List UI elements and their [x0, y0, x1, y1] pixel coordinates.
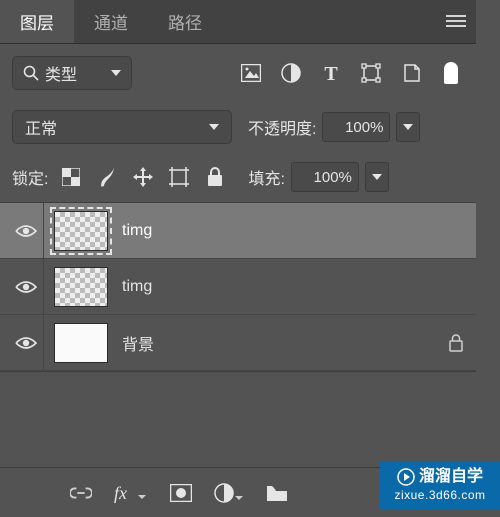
opacity-value: 100% — [345, 119, 383, 136]
fx-icon: fx — [114, 483, 148, 503]
fill-label: 填充: — [248, 165, 284, 189]
chevron-down-icon — [403, 124, 413, 130]
layer-row[interactable]: timg — [0, 259, 476, 315]
tab-label: 通道 — [94, 9, 128, 34]
watermark-url: zixue.3d66.com — [394, 488, 485, 504]
opacity-label: 不透明度: — [248, 115, 316, 139]
chevron-down-icon — [372, 174, 382, 180]
blend-row: 正常 不透明度: 100% — [0, 102, 476, 152]
tab-paths[interactable]: 路径 — [148, 0, 222, 43]
layer-row[interactable]: timg — [0, 203, 476, 259]
adjustment-icon — [281, 63, 301, 83]
watermark: 溜溜自学 zixue.3d66.com — [380, 461, 500, 509]
opacity-input[interactable]: 100% — [322, 112, 390, 142]
panel-tab-bar: 图层 通道 路径 — [0, 0, 476, 44]
layer-name: 背景 — [122, 331, 436, 355]
filter-type-select[interactable]: 类型 — [12, 56, 132, 90]
layer-thumbnail[interactable] — [54, 267, 108, 307]
svg-text:T: T — [324, 63, 338, 83]
filter-pixel-button[interactable] — [240, 62, 262, 84]
layer-row[interactable]: 背景 — [0, 315, 476, 371]
lock-image-button[interactable] — [96, 166, 118, 188]
filter-type-button[interactable]: T — [320, 62, 342, 84]
lock-all-button[interactable] — [204, 166, 226, 188]
eye-icon — [15, 335, 37, 351]
lock-icon — [449, 334, 463, 352]
adjustment-layer-icon — [214, 483, 244, 503]
link-layers-button[interactable] — [70, 482, 92, 504]
lock-label: 锁定: — [12, 165, 48, 189]
opacity-dropdown-button[interactable] — [396, 112, 420, 142]
layer-thumbnail[interactable] — [54, 211, 108, 251]
filter-shape-button[interactable] — [360, 62, 382, 84]
tab-layers[interactable]: 图层 — [0, 0, 74, 43]
hamburger-icon — [446, 15, 466, 29]
chevron-down-icon — [209, 124, 219, 130]
filter-smartobject-button[interactable] — [400, 62, 422, 84]
brush-icon — [98, 166, 116, 188]
checker-icon — [62, 168, 80, 186]
svg-text:fx: fx — [114, 483, 127, 503]
move-icon — [133, 167, 153, 187]
lock-artboard-button[interactable] — [168, 166, 190, 188]
layer-list: timg timg 背景 — [0, 202, 476, 372]
fill-dropdown-button[interactable] — [365, 162, 389, 192]
type-icon: T — [321, 63, 341, 83]
new-adjustment-button[interactable] — [214, 482, 244, 504]
filter-adjustment-button[interactable] — [280, 62, 302, 84]
lock-transparency-button[interactable] — [60, 166, 82, 188]
smart-object-icon — [401, 63, 421, 83]
eye-icon — [15, 223, 37, 239]
tab-channels[interactable]: 通道 — [74, 0, 148, 43]
layer-thumbnail[interactable] — [54, 323, 108, 363]
layer-visibility-toggle[interactable] — [8, 259, 44, 314]
fill-input[interactable]: 100% — [291, 162, 359, 192]
filter-toggle-icon — [444, 62, 458, 84]
lock-position-button[interactable] — [132, 166, 154, 188]
chevron-down-icon — [111, 70, 121, 76]
search-icon — [23, 65, 39, 81]
play-icon — [397, 468, 415, 486]
add-mask-button[interactable] — [170, 482, 192, 504]
panel-menu-button[interactable] — [436, 15, 476, 29]
folder-icon — [266, 484, 288, 502]
link-icon — [70, 486, 92, 500]
eye-icon — [15, 279, 37, 295]
tab-label: 路径 — [168, 9, 202, 34]
watermark-title: 溜溜自学 — [419, 467, 483, 488]
blend-mode-select[interactable]: 正常 — [12, 110, 232, 144]
artboard-icon — [169, 167, 189, 187]
layer-style-button[interactable]: fx — [114, 482, 148, 504]
filter-toggle-switch[interactable] — [440, 62, 458, 84]
filter-type-label: 类型 — [45, 61, 105, 85]
layer-name: timg — [122, 278, 476, 296]
layer-name: timg — [122, 222, 476, 240]
fill-value: 100% — [314, 169, 352, 186]
tab-label: 图层 — [20, 9, 54, 34]
blend-mode-value: 正常 — [25, 115, 57, 139]
new-group-button[interactable] — [266, 482, 288, 504]
lock-row: 锁定: — [0, 152, 476, 202]
shape-icon — [361, 63, 381, 83]
mask-icon — [170, 484, 192, 502]
lock-icon — [207, 167, 223, 187]
filter-row: 类型 T — [0, 44, 476, 102]
image-icon — [241, 64, 261, 82]
layer-visibility-toggle[interactable] — [8, 315, 44, 370]
layer-visibility-toggle[interactable] — [8, 203, 44, 258]
layer-lock-indicator[interactable] — [436, 334, 476, 352]
